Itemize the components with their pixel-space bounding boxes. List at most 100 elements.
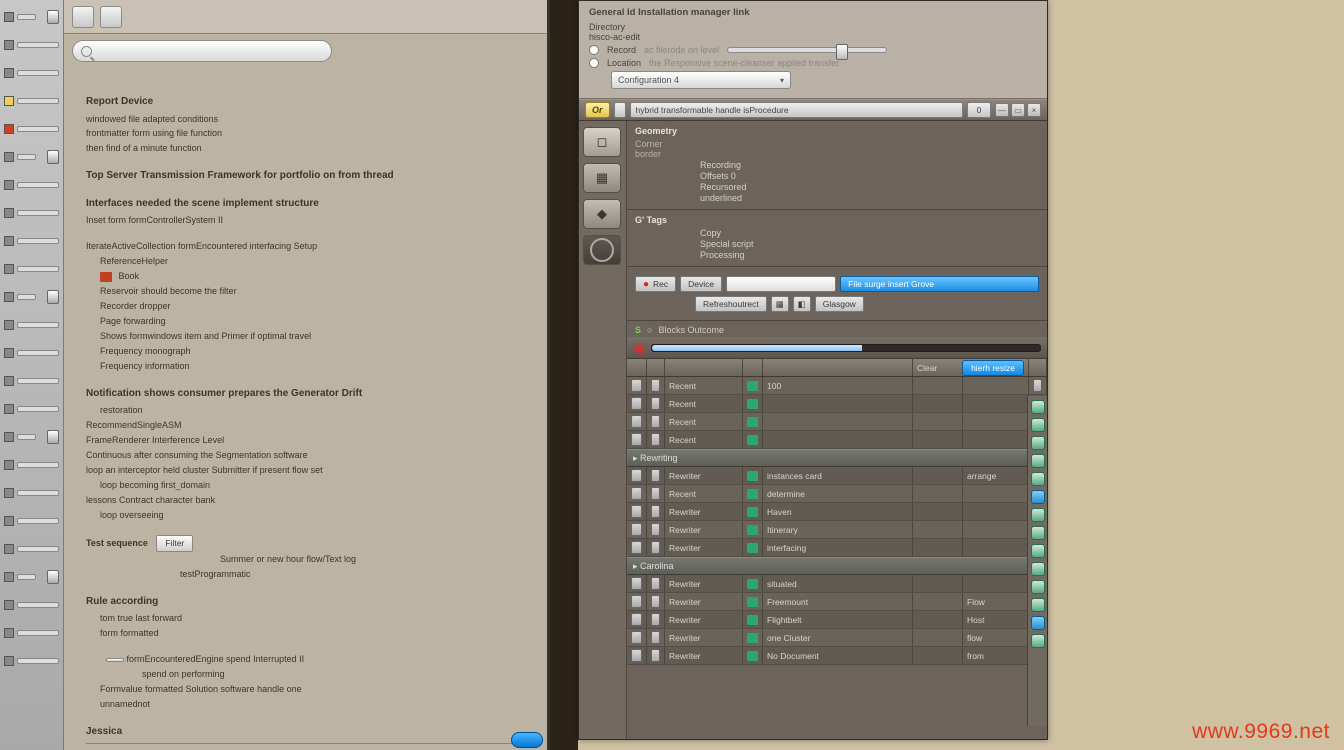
slider-track[interactable] [17, 574, 36, 580]
intensity-slider[interactable] [727, 47, 887, 53]
filter-button[interactable]: Filter [156, 535, 193, 552]
edge-icon[interactable] [1031, 418, 1045, 432]
title-field[interactable]: hybrid transformable handle isProcedure [630, 102, 963, 118]
slider-thumb[interactable] [47, 10, 59, 24]
slider-track[interactable] [17, 406, 59, 412]
tool-icon[interactable]: ▦ [583, 163, 621, 193]
slider-track[interactable] [17, 378, 59, 384]
edge-icon[interactable] [1031, 490, 1045, 504]
doc-header-button-2[interactable] [100, 6, 122, 28]
edge-icon[interactable] [1031, 526, 1045, 540]
slider-track[interactable] [17, 462, 59, 468]
slider-track[interactable] [17, 42, 59, 48]
mini-slider-row[interactable] [4, 148, 59, 166]
slider-track[interactable] [17, 630, 59, 636]
slider-thumb[interactable] [47, 290, 59, 304]
record-tab[interactable]: Rec [635, 276, 676, 292]
slider-track[interactable] [17, 434, 36, 440]
table-row[interactable]: Rewritersituated [627, 575, 1047, 593]
table-row[interactable]: Rewriterinterfacing [627, 539, 1047, 557]
mini-slider-row[interactable] [4, 92, 59, 110]
mini-slider-row[interactable] [4, 120, 59, 138]
table-row[interactable]: RewriterFlightbeltHost [627, 611, 1047, 629]
mini-slider-row[interactable] [4, 456, 59, 474]
edge-icon[interactable] [1031, 634, 1045, 648]
minimize-icon[interactable]: — [995, 103, 1009, 117]
file-surge-tab[interactable]: File surge insert Grove [840, 276, 1039, 292]
mini-slider-row[interactable] [4, 288, 59, 306]
config-combo[interactable]: Configuration 4 [611, 71, 791, 89]
mini-slider-row[interactable] [4, 372, 59, 390]
slider-track[interactable] [17, 322, 59, 328]
status-pill[interactable] [511, 732, 543, 748]
slider-track[interactable] [17, 70, 59, 76]
mini-slider-row[interactable] [4, 176, 59, 194]
mini-slider-row[interactable] [4, 512, 59, 530]
edge-icon[interactable] [1031, 544, 1045, 558]
maximize-icon[interactable]: ▭ [1011, 103, 1025, 117]
edge-icon[interactable] [1031, 562, 1045, 576]
progress-bar[interactable] [651, 344, 1041, 352]
table-row[interactable]: Rewriterinstances cardarrange [627, 467, 1047, 485]
slider-track[interactable] [17, 154, 36, 160]
close-icon[interactable]: × [1027, 103, 1041, 117]
table-row[interactable]: Recent [627, 431, 1047, 449]
edge-icon[interactable] [1031, 454, 1045, 468]
mini-slider-row[interactable] [4, 624, 59, 642]
mini-slider-row[interactable] [4, 400, 59, 418]
mini-slider-row[interactable] [4, 652, 59, 670]
slider-track[interactable] [17, 294, 36, 300]
toolbar-button[interactable] [614, 102, 626, 118]
slider-track[interactable] [17, 490, 59, 496]
mini-slider-row[interactable] [4, 260, 59, 278]
slider-track[interactable] [17, 602, 59, 608]
slider-track[interactable] [17, 518, 59, 524]
slider-track[interactable] [17, 14, 36, 20]
box-button[interactable] [106, 658, 124, 662]
slider-track[interactable] [17, 238, 59, 244]
slider-track[interactable] [17, 210, 59, 216]
tool-icon[interactable]: ◻ [583, 127, 621, 157]
mini-slider-row[interactable] [4, 344, 59, 362]
slider-thumb[interactable] [47, 150, 59, 164]
doc-header-button-1[interactable] [72, 6, 94, 28]
slider-track[interactable] [17, 546, 59, 552]
mini-slider-row[interactable] [4, 540, 59, 558]
edge-icon[interactable] [1031, 580, 1045, 594]
square-button[interactable]: ◧ [793, 296, 811, 312]
square-button[interactable]: ▦ [771, 296, 789, 312]
tool-icon[interactable]: ◆ [583, 199, 621, 229]
mini-slider-row[interactable] [4, 568, 59, 586]
table-group-header[interactable]: ▸ Carolina [627, 557, 1047, 575]
mini-slider-row[interactable] [4, 596, 59, 614]
table-row[interactable]: Rewriterone Clusterflow [627, 629, 1047, 647]
play-icon[interactable]: ◉ [633, 338, 647, 358]
search-input[interactable] [72, 40, 332, 62]
mini-slider-row[interactable] [4, 316, 59, 334]
radio-record[interactable] [589, 45, 599, 55]
row-action-icon[interactable] [1033, 379, 1042, 392]
glasgow-button[interactable]: Glasgow [815, 296, 864, 312]
mini-slider-row[interactable] [4, 8, 59, 26]
table-row[interactable]: Recent [627, 413, 1047, 431]
edge-icon[interactable] [1031, 472, 1045, 486]
table-row[interactable]: RewriterNo Documentfrom [627, 647, 1047, 665]
table-row[interactable]: RewriterFreemountFlow [627, 593, 1047, 611]
table-row[interactable]: RewriterHaven [627, 503, 1047, 521]
tool-icon[interactable] [583, 235, 621, 265]
slider-track[interactable] [17, 350, 59, 356]
resize-pill[interactable]: hierh resize [962, 360, 1024, 376]
edge-icon[interactable] [1031, 616, 1045, 630]
slider-thumb[interactable] [47, 570, 59, 584]
num-field[interactable]: 0 [967, 102, 991, 118]
slider-track[interactable] [17, 98, 59, 104]
slider-track[interactable] [17, 266, 59, 272]
edge-icon[interactable] [1031, 598, 1045, 612]
value-field[interactable] [726, 276, 836, 292]
table-row[interactable]: RewriterItinerary [627, 521, 1047, 539]
refresh-button[interactable]: Refreshoutrect [695, 296, 767, 312]
edge-icon[interactable] [1031, 436, 1045, 450]
table-group-header[interactable]: ▸ Rewriting [627, 449, 1047, 467]
radio-location[interactable] [589, 58, 599, 68]
slider-track[interactable] [17, 182, 59, 188]
